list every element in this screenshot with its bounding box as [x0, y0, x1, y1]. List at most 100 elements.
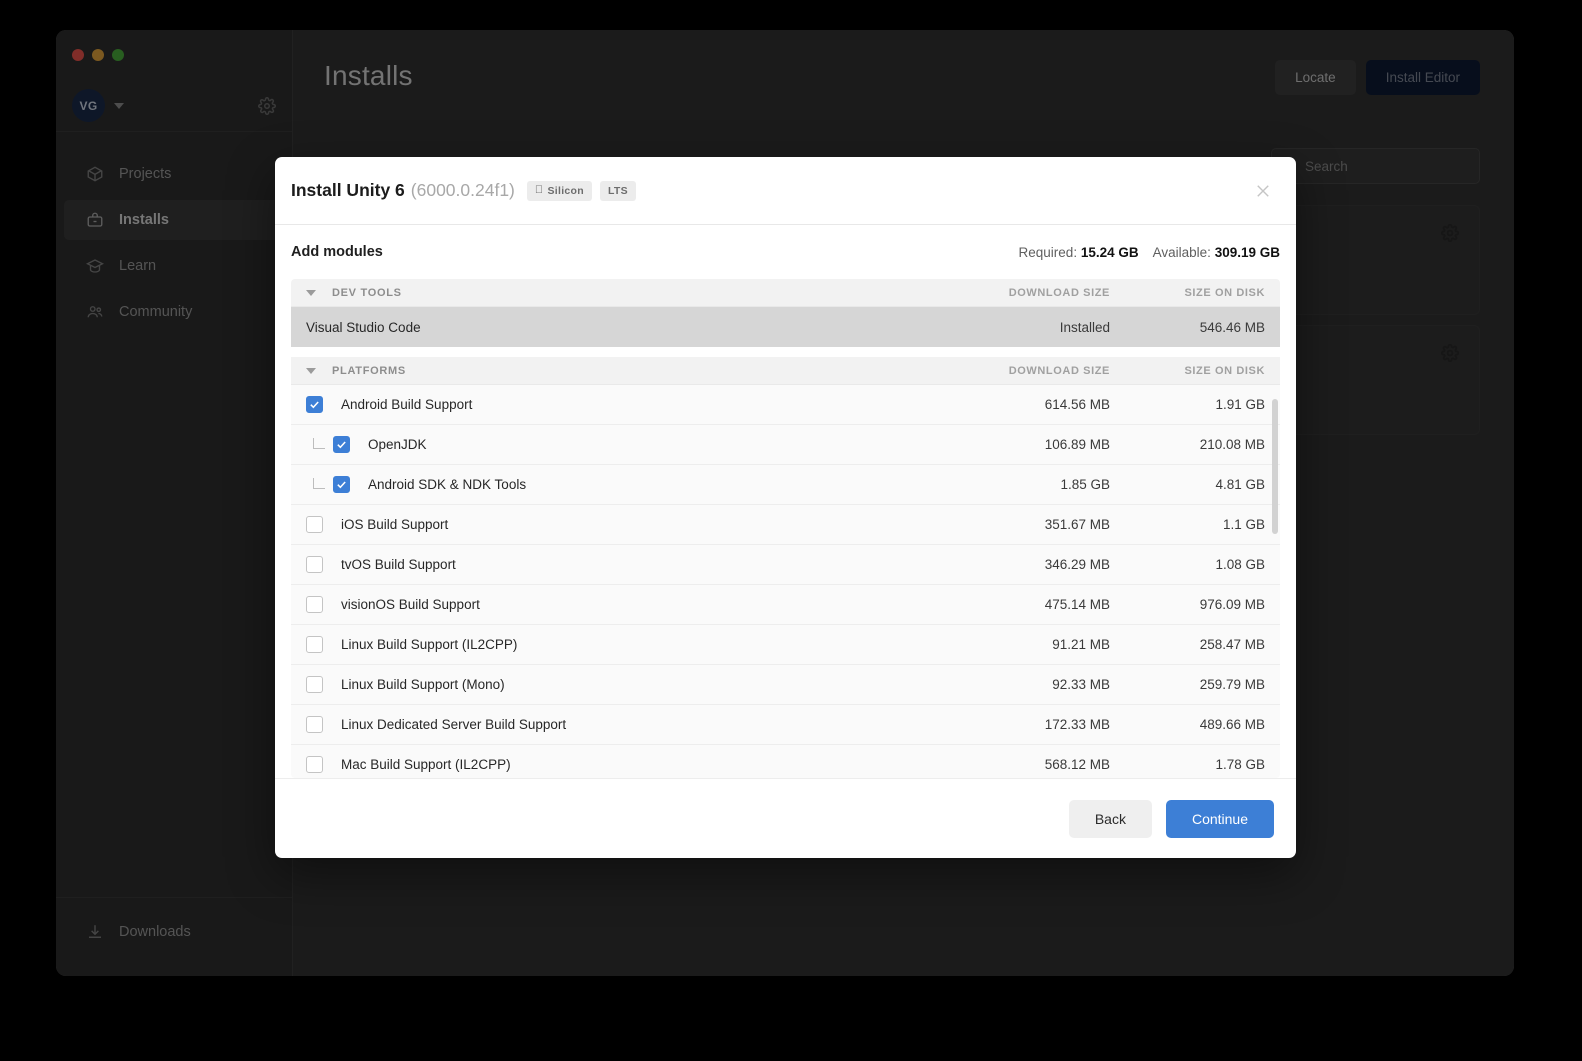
module-disk-size: 546.46 MB [1199, 319, 1265, 335]
available-value: 309.19 GB [1214, 244, 1280, 260]
column-header-download: DOWNLOAD SIZE [1008, 364, 1110, 377]
column-header-disk: SIZE ON DISK [1184, 364, 1265, 377]
module-disk-size: 489.66 MB [1199, 717, 1265, 732]
modal-header: Install Unity 6 (6000.0.24f1)  Silicon … [275, 157, 1296, 225]
module-download-size: 568.12 MB [1044, 757, 1110, 772]
module-checkbox[interactable] [306, 756, 323, 773]
module-checkbox[interactable] [306, 556, 323, 573]
modules-list-container: DEV TOOLS DOWNLOAD SIZE SIZE ON DISK Vis… [291, 279, 1280, 778]
module-download-size: 475.14 MB [1044, 597, 1110, 612]
chevron-down-icon[interactable] [306, 367, 316, 374]
module-download-size: 91.21 MB [1052, 637, 1110, 652]
modal-badges:  Silicon LTS [526, 180, 636, 201]
module-checkbox[interactable] [306, 716, 323, 733]
modules-list: DEV TOOLS DOWNLOAD SIZE SIZE ON DISK Vis… [291, 279, 1280, 778]
table-row[interactable]: Linux Build Support (IL2CPP) 91.21 MB 25… [291, 625, 1280, 665]
group-label: DEV TOOLS [332, 286, 402, 299]
modal-subheader: Add modules Required: 15.24 GB Available… [275, 225, 1296, 279]
module-name: OpenJDK [368, 437, 427, 452]
table-row[interactable]: Android Build Support 614.56 MB 1.91 GB [291, 385, 1280, 425]
module-name: tvOS Build Support [341, 557, 456, 572]
module-name-wrap: iOS Build Support [306, 516, 940, 533]
module-download-size: 351.67 MB [1044, 517, 1110, 532]
module-name: visionOS Build Support [341, 597, 480, 612]
module-download-size: 346.29 MB [1044, 557, 1110, 572]
badge-silicon:  Silicon [526, 180, 592, 201]
module-download-size: 172.33 MB [1044, 717, 1110, 732]
required-size: Required: 15.24 GB [1019, 245, 1139, 260]
module-name-wrap: visionOS Build Support [306, 596, 940, 613]
module-checkbox[interactable] [333, 476, 350, 493]
apple-icon:  [535, 185, 544, 196]
back-button[interactable]: Back [1068, 799, 1152, 838]
modal-footer: Back Continue [275, 778, 1296, 858]
available-size: Available: 309.19 GB [1153, 245, 1280, 260]
check-icon [337, 481, 346, 489]
module-disk-size: 1.78 GB [1215, 757, 1265, 772]
module-name-wrap: OpenJDK [306, 436, 940, 453]
module-disk-size: 258.47 MB [1199, 637, 1265, 652]
module-checkbox[interactable] [306, 396, 323, 413]
badge-label: Silicon [538, 184, 583, 197]
tree-branch-icon [313, 477, 325, 489]
module-name-wrap: Android Build Support [306, 396, 940, 413]
module-checkbox[interactable] [333, 436, 350, 453]
module-name-wrap: tvOS Build Support [306, 556, 940, 573]
module-disk-size: 259.79 MB [1199, 677, 1265, 692]
module-name-wrap: Linux Dedicated Server Build Support [306, 716, 940, 733]
module-name-wrap: Linux Build Support (Mono) [306, 676, 940, 693]
module-disk-size: 1.1 GB [1222, 517, 1265, 532]
required-value: 15.24 GB [1080, 244, 1139, 260]
group-spacer [291, 347, 1280, 357]
module-name-wrap: Linux Build Support (IL2CPP) [306, 636, 940, 653]
badge-label: LTS [599, 184, 628, 197]
required-label: Required: [1018, 244, 1078, 260]
module-download-size: 614.56 MB [1044, 397, 1110, 412]
module-checkbox[interactable] [306, 516, 323, 533]
modal-title: Install Unity 6 [291, 180, 405, 200]
chevron-down-icon[interactable] [306, 289, 316, 296]
module-disk-size: 976.09 MB [1199, 597, 1265, 612]
table-row[interactable]: Visual Studio Code Installed 546.46 MB [291, 307, 1280, 347]
module-checkbox[interactable] [306, 676, 323, 693]
table-row[interactable]: tvOS Build Support 346.29 MB 1.08 GB [291, 545, 1280, 585]
module-name: Mac Build Support (IL2CPP) [341, 757, 511, 772]
table-row[interactable]: Android SDK & NDK Tools 1.85 GB 4.81 GB [291, 465, 1280, 505]
module-name: Visual Studio Code [306, 319, 421, 335]
close-icon[interactable] [1254, 182, 1272, 200]
table-row[interactable]: Mac Build Support (IL2CPP) 568.12 MB 1.7… [291, 745, 1280, 778]
module-disk-size: 210.08 MB [1199, 437, 1265, 452]
group-header-platforms[interactable]: PLATFORMS DOWNLOAD SIZE SIZE ON DISK [291, 357, 1280, 385]
tree-branch-icon [313, 437, 325, 449]
module-name: Linux Build Support (IL2CPP) [341, 637, 518, 652]
module-download-size: 92.33 MB [1052, 677, 1110, 692]
module-disk-size: 1.08 GB [1215, 557, 1265, 572]
table-row[interactable]: OpenJDK 106.89 MB 210.08 MB [291, 425, 1280, 465]
table-row[interactable]: Linux Build Support (Mono) 92.33 MB 259.… [291, 665, 1280, 705]
group-label: PLATFORMS [332, 364, 406, 377]
module-disk-size: 4.81 GB [1215, 477, 1265, 492]
module-name: Linux Build Support (Mono) [341, 677, 505, 692]
column-header-download: DOWNLOAD SIZE [1008, 286, 1110, 299]
table-row[interactable]: Linux Dedicated Server Build Support 172… [291, 705, 1280, 745]
module-name-wrap: Mac Build Support (IL2CPP) [306, 756, 940, 773]
module-disk-size: 1.91 GB [1215, 397, 1265, 412]
module-name: Linux Dedicated Server Build Support [341, 717, 567, 732]
table-row[interactable]: visionOS Build Support 475.14 MB 976.09 … [291, 585, 1280, 625]
size-summary: Required: 15.24 GB Available: 309.19 GB [1019, 245, 1280, 260]
badge-lts: LTS [599, 180, 636, 201]
add-modules-label: Add modules [291, 244, 383, 260]
check-icon [310, 401, 319, 409]
screen: VG Projects Installs Learn Community Dow… [0, 0, 1582, 1061]
column-header-disk: SIZE ON DISK [1184, 286, 1265, 299]
module-checkbox[interactable] [306, 596, 323, 613]
list-scrollbar[interactable] [1272, 399, 1278, 534]
continue-button[interactable]: Continue [1165, 799, 1274, 838]
group-header-dev-tools[interactable]: DEV TOOLS DOWNLOAD SIZE SIZE ON DISK [291, 279, 1280, 307]
install-modal: Install Unity 6 (6000.0.24f1)  Silicon … [275, 157, 1296, 858]
module-name: iOS Build Support [341, 517, 449, 532]
table-row[interactable]: iOS Build Support 351.67 MB 1.1 GB [291, 505, 1280, 545]
module-checkbox[interactable] [306, 636, 323, 653]
module-name-wrap: Android SDK & NDK Tools [306, 476, 940, 493]
check-icon [337, 441, 346, 449]
